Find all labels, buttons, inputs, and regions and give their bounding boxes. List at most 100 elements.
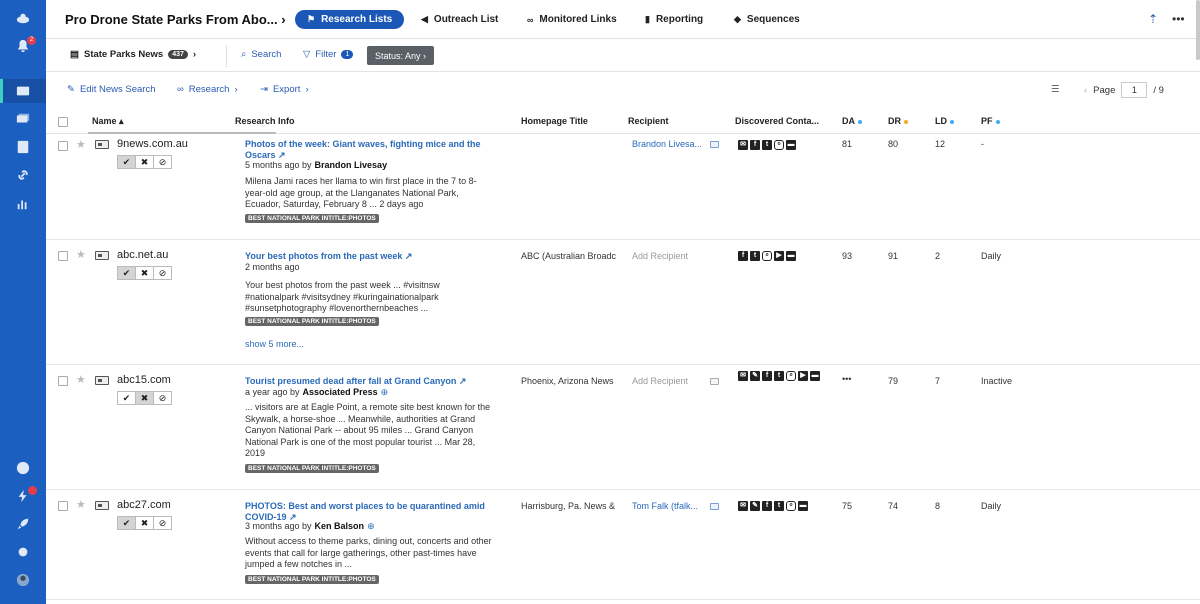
add-recipient-link[interactable]: Add Recipient — [632, 251, 688, 261]
filter-button[interactable]: ▽ Filter 1 — [303, 49, 354, 60]
facebook-icon[interactable]: f — [738, 251, 748, 261]
table-row[interactable]: ★ 9news.com.au ✔ ✖ ⊘ Photos of the week:… — [46, 135, 1200, 240]
instagram-icon[interactable]: o — [762, 251, 772, 261]
contact-form-icon[interactable]: ▬ — [786, 140, 796, 150]
list-selector[interactable]: ▤ State Parks News 437 › — [70, 49, 196, 60]
reject-button[interactable]: ✖ — [135, 266, 154, 280]
rocket-icon[interactable] — [0, 512, 46, 536]
facebook-icon[interactable]: f — [762, 501, 772, 511]
prev-page-icon[interactable]: ‹ — [1084, 85, 1087, 96]
youtube-icon[interactable]: ▶ — [774, 251, 784, 261]
email-icon[interactable]: ✉ — [738, 371, 748, 381]
edit-news-search-button[interactable]: ✎ Edit News Search — [67, 84, 155, 95]
status-filter-button[interactable]: Status: Any › — [367, 46, 435, 65]
twitter-icon[interactable]: t — [774, 371, 784, 381]
link-icon[interactable] — [0, 163, 46, 187]
settings-icon[interactable] — [0, 540, 46, 564]
domain-name[interactable]: abc27.com — [117, 499, 171, 511]
approve-button[interactable]: ✔ — [117, 391, 136, 405]
twitter-icon[interactable]: t — [774, 501, 784, 511]
edit-note-icon[interactable]: ✎ — [750, 371, 760, 381]
article-title-link[interactable]: PHOTOS: Best and worst places to be quar… — [245, 501, 485, 523]
instagram-icon[interactable]: o — [786, 501, 796, 511]
tab-research-lists[interactable]: ⚑ Research Lists — [295, 10, 405, 29]
block-button[interactable]: ⊘ — [153, 155, 172, 169]
add-contact-icon[interactable]: ⊕ — [367, 521, 375, 532]
row-checkbox[interactable] — [58, 141, 68, 151]
row-checkbox[interactable] — [58, 251, 68, 261]
select-all-checkbox[interactable] — [58, 117, 68, 127]
add-contact-icon[interactable]: ⊕ — [381, 387, 389, 398]
domain-name[interactable]: 9news.com.au — [117, 138, 188, 150]
star-icon[interactable]: ★ — [76, 373, 86, 386]
contact-form-icon[interactable]: ▬ — [798, 501, 808, 511]
add-recipient-link[interactable]: Add Recipient — [632, 376, 688, 386]
mail-icon[interactable] — [710, 378, 719, 385]
show-more-link[interactable]: show 5 more... — [245, 339, 304, 349]
article-title-link[interactable]: Your best photos from the past week ↗ — [245, 251, 485, 262]
youtube-icon[interactable]: ▶ — [798, 371, 808, 381]
star-icon[interactable]: ★ — [76, 498, 86, 511]
export-button[interactable]: ⇥ Export › — [260, 84, 309, 95]
research-button[interactable]: ∞ Research › — [177, 84, 238, 95]
recipient-link[interactable]: Brandon Livesa... — [632, 139, 702, 149]
instagram-icon[interactable]: o — [786, 371, 796, 381]
page-input[interactable]: 1 — [1121, 82, 1148, 98]
row-checkbox[interactable] — [58, 376, 68, 386]
author-name[interactable]: Ken Balson — [315, 521, 365, 532]
reject-button[interactable]: ✖ — [135, 391, 154, 405]
reporting-icon[interactable] — [0, 192, 46, 216]
author-name[interactable]: Associated Press — [303, 387, 378, 398]
research-list-icon[interactable] — [0, 79, 46, 103]
email-icon[interactable]: ✉ — [738, 140, 748, 150]
approve-button[interactable]: ✔ — [117, 266, 136, 280]
col-name[interactable]: Name ▴ — [92, 116, 124, 127]
project-title[interactable]: Pro Drone State Parks From Abo... › — [65, 12, 286, 27]
article-title-link[interactable]: Tourist presumed dead after fall at Gran… — [245, 376, 485, 387]
upload-icon[interactable]: ⇡ — [1148, 12, 1158, 26]
domain-name[interactable]: abc.net.au — [117, 249, 168, 261]
column-settings-icon[interactable]: ☰ — [1051, 84, 1060, 95]
col-research-info[interactable]: Research Info — [235, 116, 295, 126]
mail-icon[interactable] — [710, 503, 719, 510]
mail-icon[interactable] — [710, 141, 719, 148]
col-recipient[interactable]: Recipient — [628, 116, 669, 126]
contacts-icon[interactable] — [0, 135, 46, 159]
block-button[interactable]: ⊘ — [153, 516, 172, 530]
contact-form-icon[interactable]: ▬ — [810, 371, 820, 381]
twitter-icon[interactable]: t — [762, 140, 772, 150]
whats-new-icon[interactable] — [0, 484, 46, 508]
col-ld[interactable]: LD — [935, 116, 954, 126]
outreach-icon[interactable] — [0, 107, 46, 131]
reject-button[interactable]: ✖ — [135, 155, 154, 169]
col-dr[interactable]: DR — [888, 116, 908, 126]
logo-icon[interactable] — [0, 6, 46, 30]
tab-sequences[interactable]: ◆ Sequences — [734, 10, 800, 29]
table-row[interactable]: ★ abc.net.au ✔ ✖ ⊘ Your best photos from… — [46, 240, 1200, 365]
help-icon[interactable] — [0, 456, 46, 480]
article-title-link[interactable]: Photos of the week: Giant waves, fightin… — [245, 139, 485, 161]
col-discovered-contacts[interactable]: Discovered Conta... — [735, 116, 819, 126]
tab-monitored-links[interactable]: ∞ Monitored Links — [527, 10, 617, 29]
twitter-icon[interactable]: t — [750, 251, 760, 261]
author-name[interactable]: Brandon Livesay — [315, 160, 388, 170]
table-row[interactable]: ★ abc27.com ✔ ✖ ⊘ PHOTOS: Best and worst… — [46, 490, 1200, 600]
edit-note-icon[interactable]: ✎ — [750, 501, 760, 511]
scrollbar[interactable] — [1196, 0, 1200, 60]
tab-reporting[interactable]: ▮ Reporting — [645, 10, 703, 29]
col-homepage-title[interactable]: Homepage Title — [521, 116, 588, 126]
domain-name[interactable]: abc15.com — [117, 374, 171, 386]
tab-outreach-list[interactable]: ◀ Outreach List — [421, 10, 498, 29]
block-button[interactable]: ⊘ — [153, 266, 172, 280]
bell-icon[interactable]: 2 — [0, 34, 46, 58]
avatar[interactable] — [0, 568, 46, 592]
instagram-icon[interactable]: o — [774, 140, 784, 150]
facebook-icon[interactable]: f — [762, 371, 772, 381]
col-pf[interactable]: PF — [981, 116, 1000, 126]
block-button[interactable]: ⊘ — [153, 391, 172, 405]
facebook-icon[interactable]: f — [750, 140, 760, 150]
row-checkbox[interactable] — [58, 501, 68, 511]
approve-button[interactable]: ✔ — [117, 516, 136, 530]
email-icon[interactable]: ✉ — [738, 501, 748, 511]
star-icon[interactable]: ★ — [76, 248, 86, 261]
